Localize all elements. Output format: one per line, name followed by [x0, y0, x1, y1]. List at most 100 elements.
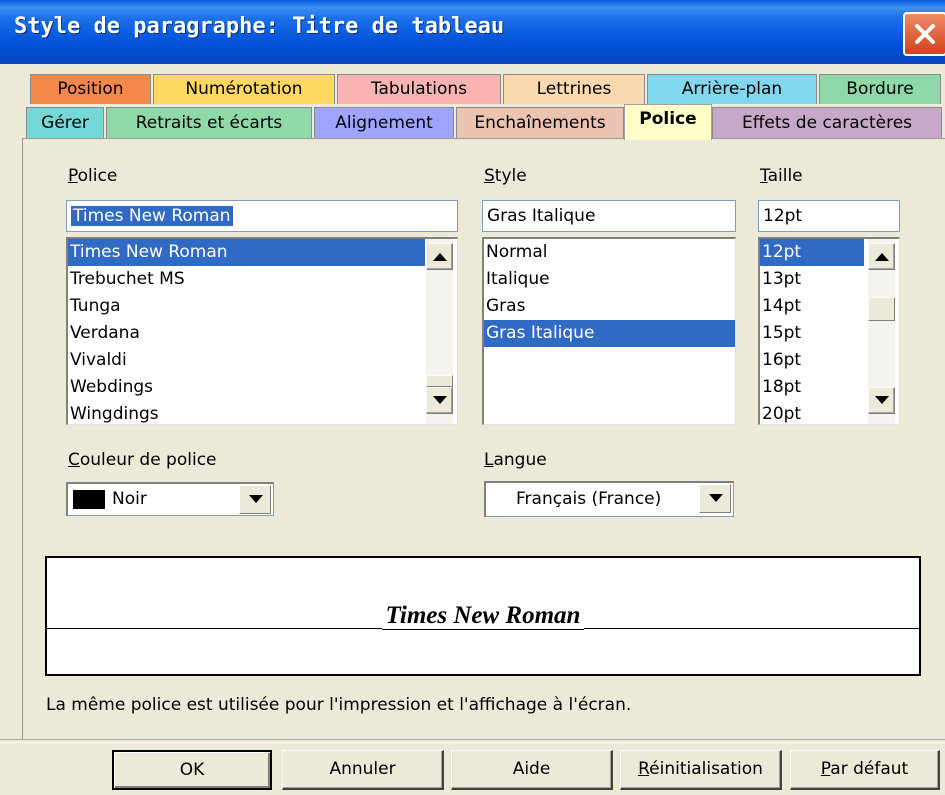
style-label-rest: tyle	[494, 166, 527, 186]
button-divider	[0, 739, 945, 743]
tab-enchainements[interactable]: Enchaînements	[456, 107, 624, 139]
scroll-thumb[interactable]	[426, 375, 453, 387]
default-button[interactable]: Par défaut	[790, 750, 940, 790]
title-bar[interactable]: Style de paragraphe: Titre de tableau	[0, 0, 945, 64]
size-items: 12pt 13pt 14pt 15pt 16pt 18pt 20pt	[760, 239, 864, 424]
tab-label: Tabulations	[370, 79, 468, 99]
tab-label: Alignement	[335, 113, 433, 133]
ok-button[interactable]: OK	[112, 750, 272, 790]
list-item[interactable]: Webdings	[68, 374, 425, 401]
preview-text-row: Times New Roman	[47, 602, 919, 630]
font-label-rest: olice	[77, 166, 118, 186]
style-label-mnemonic: S	[484, 166, 495, 186]
list-item[interactable]: Italique	[484, 266, 735, 293]
tab-label: Lettrines	[536, 79, 612, 99]
size-label-rest: aille	[767, 166, 803, 186]
list-item[interactable]: 15pt	[760, 320, 864, 347]
chevron-down-icon	[249, 495, 263, 503]
dropdown-button[interactable]	[239, 485, 271, 514]
tab-lettrines[interactable]: Lettrines	[503, 74, 645, 104]
scroll-down-button[interactable]	[868, 387, 895, 414]
tab-numerotation[interactable]: Numérotation	[153, 74, 335, 104]
size-list[interactable]: 12pt 13pt 14pt 15pt 16pt 18pt 20pt	[758, 237, 900, 425]
scroll-thumb[interactable]	[868, 297, 895, 321]
tab-label: Bordure	[846, 79, 914, 99]
default-label-rest: ar défaut	[830, 759, 909, 779]
reset-button[interactable]: Réinitialisation	[620, 750, 782, 790]
list-item[interactable]: 14pt	[760, 293, 864, 320]
reset-mnemonic: R	[638, 759, 650, 779]
font-scrollbar[interactable]	[426, 239, 453, 424]
tab-label: Numérotation	[185, 79, 303, 99]
window-title: Style de paragraphe: Titre de tableau	[14, 14, 505, 39]
paragraph-style-dialog: Style de paragraphe: Titre de tableau Po…	[0, 0, 945, 795]
font-color-label-mnemonic: C	[68, 450, 80, 470]
arrow-down-icon	[433, 396, 447, 404]
tab-retraits-et-ecarts[interactable]: Retraits et écarts	[106, 107, 312, 139]
list-item[interactable]: 12pt	[760, 239, 864, 266]
style-list[interactable]: Normal Italique Gras Gras Italique	[482, 237, 736, 425]
color-swatch	[73, 490, 105, 509]
list-item[interactable]: 20pt	[760, 401, 864, 424]
close-button[interactable]	[903, 12, 945, 56]
reset-label-rest: éinitialisation	[649, 759, 763, 779]
list-item[interactable]: Gras Italique	[484, 320, 735, 347]
tab-alignement[interactable]: Alignement	[314, 107, 454, 139]
font-name-value: Times New Roman	[71, 206, 233, 226]
tab-label: Police	[639, 109, 697, 129]
arrow-up-icon	[875, 253, 889, 261]
chevron-down-icon	[709, 494, 723, 502]
style-value: Gras Italique	[487, 206, 596, 226]
help-button[interactable]: Aide	[451, 750, 613, 790]
size-label: Taille	[760, 166, 803, 186]
list-item[interactable]: 18pt	[760, 374, 864, 401]
cancel-button[interactable]: Annuler	[282, 750, 444, 790]
scroll-up-button[interactable]	[426, 243, 453, 270]
list-item[interactable]: Trebuchet MS	[68, 266, 425, 293]
tab-position[interactable]: Position	[30, 74, 151, 104]
style-items: Normal Italique Gras Gras Italique	[484, 239, 735, 347]
list-item[interactable]: Wingdings	[68, 401, 425, 424]
tab-effets-de-caracteres[interactable]: Effets de caractères	[712, 107, 942, 139]
printing-note: La même police est utilisée pour l'impre…	[46, 695, 632, 715]
font-list[interactable]: Times New Roman Trebuchet MS Tunga Verdana V…	[66, 237, 458, 425]
list-item[interactable]: Tunga	[68, 293, 425, 320]
tab-arriere-plan[interactable]: Arrière-plan	[647, 74, 817, 104]
list-item[interactable]: 16pt	[760, 347, 864, 374]
preview-text: Times New Roman	[381, 602, 585, 630]
tab-tabulations[interactable]: Tabulations	[337, 74, 501, 104]
tab-police[interactable]: Police	[624, 104, 712, 140]
tab-gerer[interactable]: Gérer	[26, 107, 104, 139]
list-item[interactable]: Verdana	[68, 320, 425, 347]
size-scrollbar[interactable]	[868, 239, 895, 424]
list-item[interactable]: Normal	[484, 239, 735, 266]
font-name-input[interactable]: Times New Roman	[66, 200, 458, 232]
font-color-value: Noir	[112, 489, 147, 509]
default-mnemonic: P	[820, 759, 831, 779]
list-item[interactable]: Times New Roman	[68, 239, 425, 266]
language-value: Français (France)	[516, 489, 662, 509]
font-label: Police	[68, 166, 117, 186]
font-label-mnemonic: P	[68, 166, 78, 186]
size-input[interactable]: 12pt	[758, 200, 900, 232]
list-item[interactable]: Vivaldi	[68, 347, 425, 374]
size-value: 12pt	[763, 206, 803, 226]
list-item[interactable]: 13pt	[760, 266, 864, 293]
tab-bordure[interactable]: Bordure	[819, 74, 941, 104]
arrow-down-icon	[875, 396, 889, 404]
tab-label: Effets de caractères	[741, 113, 913, 133]
style-label: Style	[484, 166, 527, 186]
size-label-mnemonic: T	[760, 166, 768, 186]
language-dropdown[interactable]: Français (France)	[484, 481, 734, 517]
dropdown-button[interactable]	[699, 484, 731, 513]
list-item[interactable]: Gras	[484, 293, 735, 320]
font-color-label-rest: ouleur de police	[79, 450, 217, 470]
arrow-up-icon	[433, 253, 447, 261]
tab-label: Position	[57, 79, 124, 99]
tab-label: Enchaînements	[474, 113, 606, 133]
style-input[interactable]: Gras Italique	[482, 200, 736, 232]
scroll-up-button[interactable]	[868, 243, 895, 270]
tab-label: Gérer	[41, 113, 89, 133]
font-color-dropdown[interactable]: Noir	[66, 482, 274, 516]
scroll-down-button[interactable]	[426, 387, 453, 414]
